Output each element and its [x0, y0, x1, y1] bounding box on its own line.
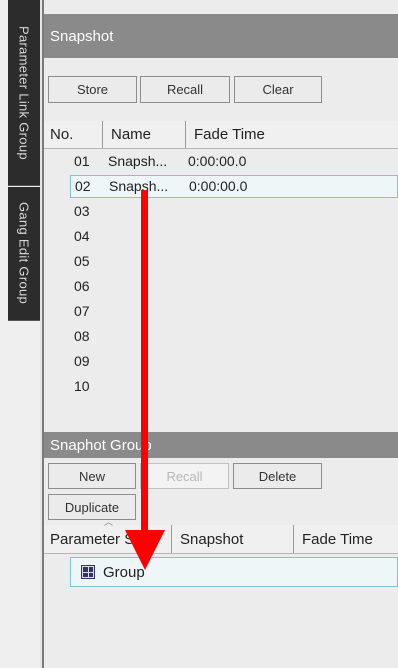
snapshot-row[interactable]: 07	[44, 300, 398, 323]
column-header-no[interactable]: No.	[44, 121, 103, 148]
snapshot-row[interactable]: 01 Snapsh... 0:00:00.0	[44, 150, 398, 173]
arrow-head	[125, 530, 165, 570]
column-header-name[interactable]: Name	[103, 121, 186, 148]
snapshot-row[interactable]: 09	[44, 350, 398, 373]
row-number: 09	[74, 353, 90, 369]
snapshot-row[interactable]: 08	[44, 325, 398, 348]
column-header-group-fade-time[interactable]: Fade Time	[294, 525, 398, 553]
row-number: 06	[74, 278, 90, 294]
tab-gang-edit-group[interactable]: Gang Edit Group	[8, 187, 40, 321]
arrow-shaft	[141, 190, 148, 535]
snapshot-title: Snapshot	[50, 27, 114, 45]
group-icon	[81, 565, 95, 579]
recall-button[interactable]: Recall	[140, 76, 230, 103]
row-number: 01	[74, 153, 90, 169]
row-number: 05	[74, 253, 90, 269]
row-number: 04	[74, 228, 90, 244]
snapshot-row[interactable]: 06	[44, 275, 398, 298]
tab-parameter-link-group[interactable]: Parameter Link Group	[8, 0, 40, 186]
snapshot-group-header: Snaphot Group	[44, 432, 398, 458]
snapshot-row[interactable]: 04	[44, 225, 398, 248]
snapshot-row[interactable]: 05	[44, 250, 398, 273]
row-number: 08	[74, 328, 90, 344]
drag-arrow-annotation	[125, 190, 165, 570]
column-header-fade-time[interactable]: Fade Time	[186, 121, 398, 148]
row-number: 03	[74, 203, 90, 219]
row-fade-time: 0:00:00.0	[189, 178, 248, 194]
row-number: 07	[74, 303, 90, 319]
snapshot-header: Snapshot	[44, 14, 398, 58]
snapshot-row[interactable]: 10	[44, 375, 398, 398]
row-number: 10	[74, 378, 90, 394]
column-header-snapshot[interactable]: Snapshot	[172, 525, 294, 553]
clear-button[interactable]: Clear	[234, 76, 322, 103]
row-number: 02	[75, 178, 91, 194]
tab-label: Parameter Link Group	[16, 25, 32, 160]
row-fade-time: 0:00:00.0	[188, 153, 247, 169]
delete-button[interactable]: Delete	[233, 463, 322, 489]
sort-indicator-icon: ︿	[104, 517, 114, 527]
row-name: Snapsh...	[108, 153, 168, 169]
tab-label: Gang Edit Group	[16, 202, 32, 305]
store-button[interactable]: Store	[48, 76, 137, 103]
snapshot-row[interactable]: 03	[44, 200, 398, 223]
